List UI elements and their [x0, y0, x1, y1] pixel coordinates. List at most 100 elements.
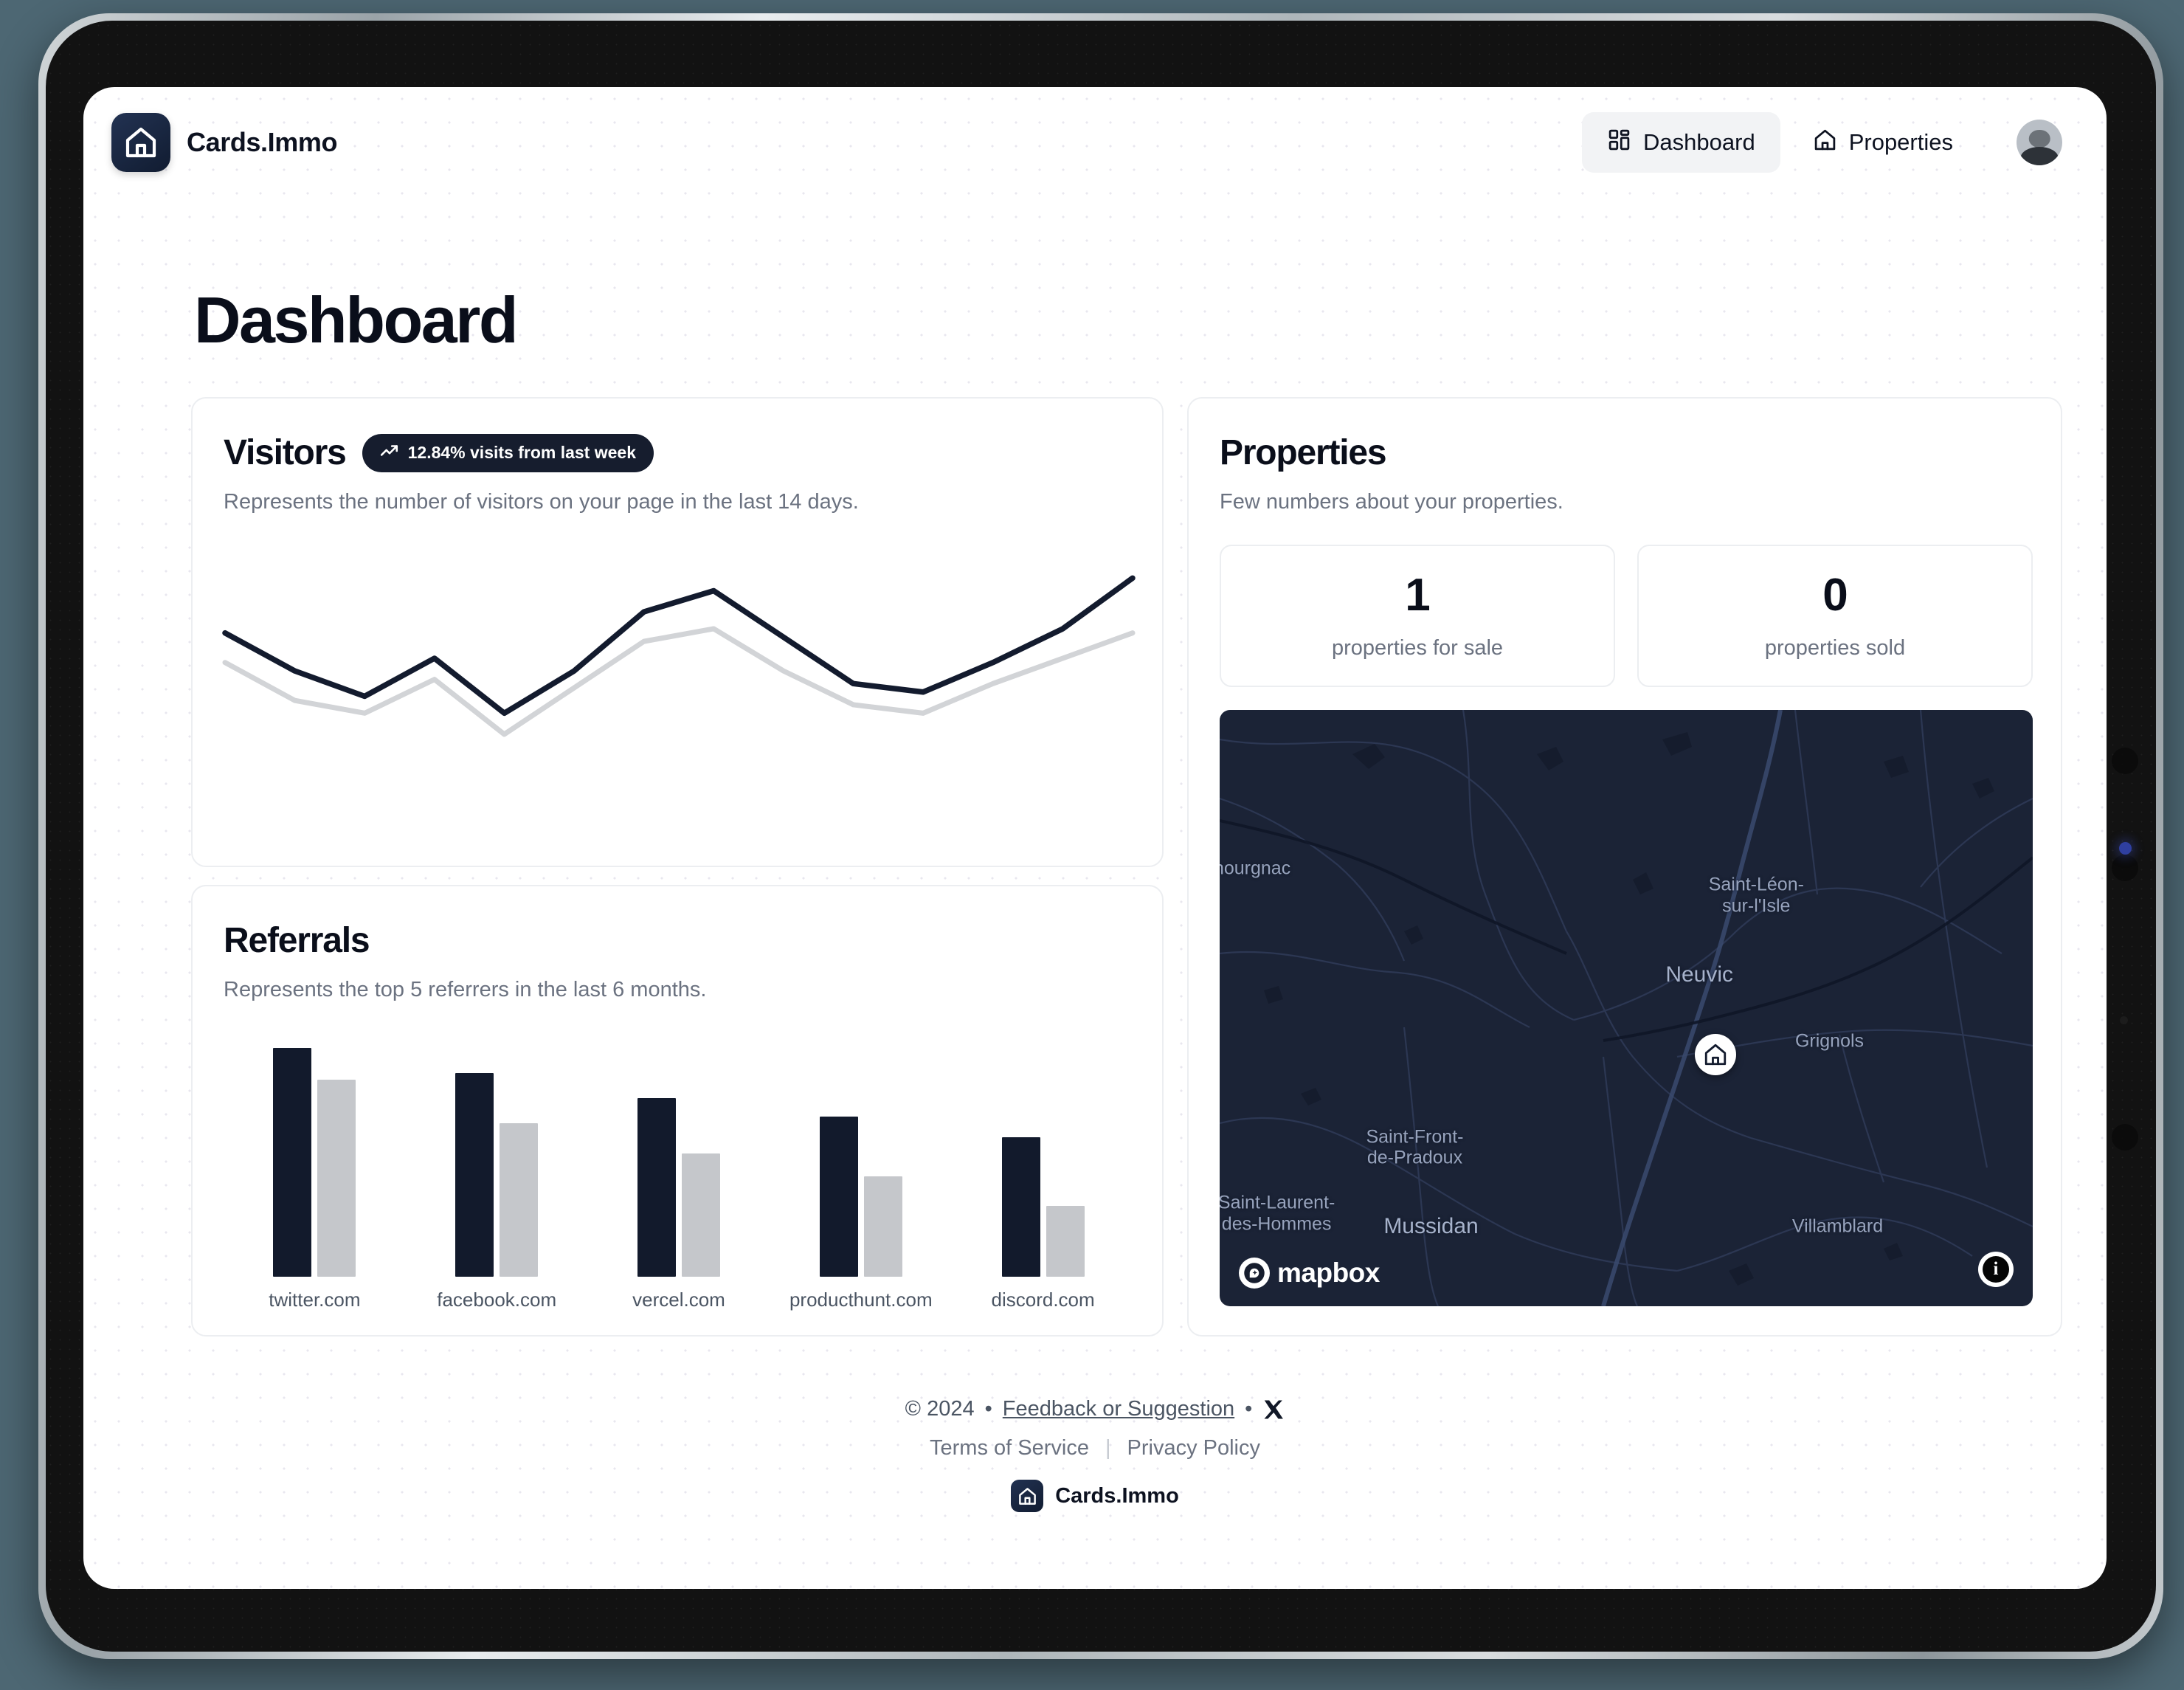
- layout-grid-icon: [1607, 128, 1631, 158]
- bar-previous: [681, 1153, 720, 1277]
- house-icon: [1705, 1044, 1727, 1066]
- footer-brand-name: Cards.Immo: [1055, 1483, 1179, 1508]
- bar-current: [819, 1117, 858, 1277]
- house-icon: [1813, 128, 1837, 158]
- bar-category-label: twitter.com: [269, 1289, 361, 1311]
- tablet-side-button[interactable]: [2112, 855, 2138, 881]
- mapbox-glyph: [1244, 1263, 1265, 1283]
- bar-category-label: facebook.com: [437, 1289, 557, 1311]
- properties-stats: 1 properties for sale 0 properties sold: [1220, 545, 2033, 687]
- bar-current: [455, 1073, 494, 1277]
- top-navigation-bar: Cards.Immo Dashboard Properties: [83, 87, 2107, 198]
- bar-category-label: discord.com: [991, 1289, 1095, 1311]
- line-chart-svg: [222, 575, 1136, 737]
- stat-value: 1: [1405, 570, 1430, 621]
- footer-brand[interactable]: Cards.Immo: [83, 1480, 2107, 1512]
- bar-pair: [273, 1048, 356, 1277]
- tablet-sensor-dot: [2120, 1016, 2128, 1024]
- bar-pair: [637, 1048, 720, 1277]
- properties-subtitle: Few numbers about your properties.: [1220, 490, 1563, 514]
- nav-item-properties[interactable]: Properties: [1788, 112, 1978, 173]
- referrals-bar-chart: twitter.com facebook.com vercel.com product…: [224, 1040, 1134, 1311]
- bar-group: facebook.com: [406, 1040, 588, 1311]
- x-glyph: [1264, 1400, 1284, 1418]
- nav-right-group: Dashboard Properties: [1582, 112, 2062, 173]
- avatar-body: [2020, 147, 2059, 165]
- nav-item-label: Properties: [1848, 129, 1953, 155]
- footer-row-primary: © 2024 • Feedback or Suggestion •: [83, 1397, 2107, 1421]
- tablet-status-led: [2119, 842, 2132, 855]
- info-icon: i: [1983, 1256, 2009, 1283]
- bar-group: discord.com: [952, 1040, 1134, 1311]
- mapbox-attribution-logo[interactable]: mapbox: [1239, 1258, 1380, 1289]
- brand-name: Cards.Immo: [187, 127, 338, 157]
- app-screen: Cards.Immo Dashboard Properties Dashboar…: [83, 87, 2107, 1589]
- referrals-title: Referrals: [224, 921, 370, 960]
- tablet-side-button[interactable]: [2112, 748, 2138, 774]
- bar-group: vercel.com: [588, 1040, 770, 1311]
- bar-current: [1001, 1137, 1040, 1277]
- trending-up-icon: [380, 441, 399, 465]
- properties-title: Properties: [1220, 433, 1387, 472]
- footer-separator: •: [984, 1397, 992, 1421]
- visitors-subtitle: Represents the number of visitors on you…: [224, 490, 859, 514]
- bar-pair: [819, 1048, 902, 1277]
- referrals-title-row: Referrals: [224, 920, 1131, 961]
- properties-card: Properties Few numbers about your proper…: [1187, 397, 2062, 1337]
- properties-title-row: Properties: [1220, 432, 2030, 473]
- nav-item-dashboard[interactable]: Dashboard: [1582, 112, 1780, 173]
- stat-label: properties for sale: [1331, 636, 1504, 660]
- map-info-button[interactable]: i: [1978, 1252, 2014, 1287]
- avatar-head: [2028, 129, 2050, 148]
- properties-map[interactable]: hourgnac Saint-Léon- sur-l'Isle Neuvic Grig…: [1220, 710, 2033, 1306]
- x-twitter-icon[interactable]: [1262, 1398, 1285, 1421]
- footer-row-secondary: Terms of Service | Privacy Policy: [83, 1436, 2107, 1460]
- nav-item-label: Dashboard: [1643, 129, 1755, 155]
- bar-category-label: producthunt.com: [789, 1289, 933, 1311]
- footer-separator: •: [1245, 1397, 1253, 1421]
- bar-group: twitter.com: [224, 1040, 406, 1311]
- privacy-policy-link[interactable]: Privacy Policy: [1127, 1436, 1261, 1460]
- referrals-card-header: Referrals Represents the top 5 referrers…: [193, 886, 1162, 1002]
- bar-pair: [455, 1048, 539, 1277]
- house-icon: [1011, 1480, 1044, 1512]
- page-title: Dashboard: [194, 283, 519, 356]
- referrals-subtitle: Represents the top 5 referrers in the la…: [224, 978, 707, 1001]
- property-map-marker[interactable]: [1695, 1033, 1737, 1075]
- footer-copyright: © 2024: [905, 1397, 975, 1421]
- bar-group: producthunt.com: [770, 1040, 952, 1311]
- referrals-card: Referrals Represents the top 5 referrers…: [191, 885, 1164, 1337]
- status-badge: 12.84% visits from last week: [362, 433, 654, 472]
- tablet-side-button[interactable]: [2112, 1124, 2138, 1151]
- stat-properties-sold: 0 properties sold: [1637, 545, 2033, 687]
- visitors-card: Visitors 12.84% visits from last week Re…: [191, 397, 1164, 867]
- bar-previous: [500, 1123, 539, 1277]
- bar-pair: [1001, 1048, 1085, 1277]
- brand[interactable]: Cards.Immo: [111, 113, 337, 172]
- bar-previous: [1046, 1205, 1085, 1277]
- scene: Cards.Immo Dashboard Properties Dashboar…: [0, 0, 2184, 1690]
- bar-previous: [863, 1176, 902, 1277]
- avatar[interactable]: [2017, 120, 2062, 165]
- footer: © 2024 • Feedback or Suggestion • Terms …: [83, 1397, 2107, 1512]
- bar-category-label: vercel.com: [632, 1289, 725, 1311]
- line-series-current: [222, 575, 1136, 717]
- bar-current: [273, 1048, 312, 1277]
- status-badge-text: 12.84% visits from last week: [407, 443, 636, 462]
- bar-previous: [317, 1080, 356, 1277]
- stat-value: 0: [1822, 570, 1848, 621]
- footer-divider: |: [1105, 1436, 1111, 1460]
- line-series-previous: [222, 626, 1136, 737]
- terms-of-service-link[interactable]: Terms of Service: [930, 1436, 1089, 1460]
- bar-current: [637, 1098, 676, 1277]
- visitors-line-chart: [218, 542, 1140, 852]
- stat-label: properties sold: [1764, 636, 1906, 660]
- mapbox-mark-icon: [1239, 1258, 1270, 1289]
- house-icon: [111, 113, 170, 172]
- properties-card-header: Properties Few numbers about your proper…: [1189, 399, 2061, 514]
- mapbox-wordmark: mapbox: [1277, 1258, 1380, 1288]
- stat-properties-for-sale: 1 properties for sale: [1220, 545, 1615, 687]
- map-roads: [1220, 710, 2033, 1306]
- feedback-link[interactable]: Feedback or Suggestion: [1003, 1397, 1234, 1421]
- visitors-title: Visitors: [224, 433, 347, 472]
